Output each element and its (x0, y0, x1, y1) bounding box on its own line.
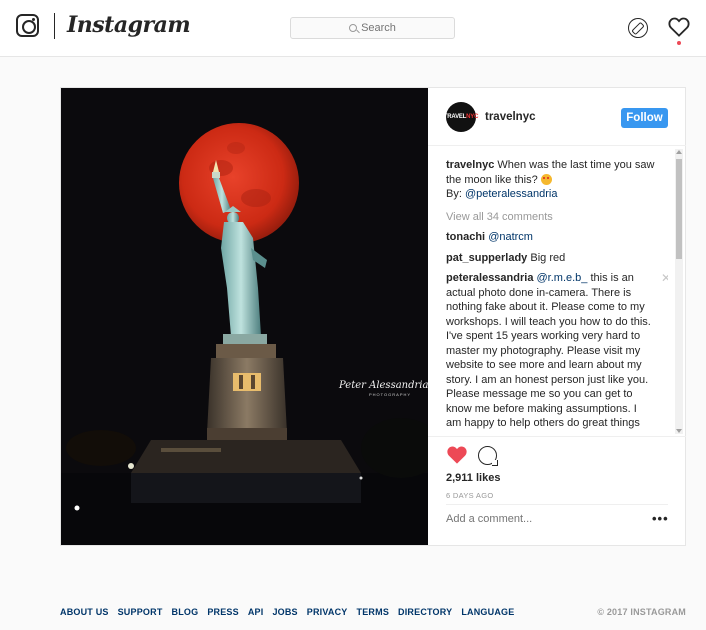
more-options-icon[interactable]: ••• (652, 511, 669, 526)
caption-username[interactable]: travelnyc (446, 159, 494, 171)
instagram-wordmark[interactable]: Instagram (67, 12, 191, 38)
comment-username[interactable]: peteralessandria (446, 272, 533, 284)
post-timestamp: 6 DAYS AGO (446, 491, 494, 500)
nav-divider (54, 13, 55, 39)
photographer-signature: Peter Alessandria (338, 380, 428, 391)
footer-link-press[interactable]: PRESS (207, 607, 239, 617)
comment-mention[interactable]: @natrcm (488, 231, 533, 243)
comment-text: this is an actual photo done in-camera. … (446, 272, 651, 433)
list-item: ✕ peteralessandria @r.m.e.b_ this is an … (446, 271, 668, 433)
comment-mention[interactable]: @r.m.e.b_ (537, 272, 588, 284)
post-caption: travelnyc When was the last time you saw… (446, 158, 668, 202)
heart-filled-icon[interactable] (446, 445, 468, 465)
avatar-text-right: NYC (466, 114, 479, 120)
post-photo[interactable]: Peter Alessandria PHOTOGRAPHY (61, 88, 428, 545)
like-count[interactable]: 2,911 likes (446, 472, 500, 484)
scrollbar-thumb[interactable] (676, 159, 682, 259)
list-item: tonachi @natrcm (446, 230, 668, 245)
footer-link-api[interactable]: API (248, 607, 264, 617)
footer-link-privacy[interactable]: PRIVACY (307, 607, 348, 617)
follow-button[interactable]: Follow (621, 108, 668, 128)
footer-link-directory[interactable]: DIRECTORY (398, 607, 452, 617)
footer-link-terms[interactable]: TERMS (357, 607, 390, 617)
search-icon (349, 24, 357, 32)
avatar-text-left: TRAVEL (443, 114, 467, 120)
photographer-signature-sub: PHOTOGRAPHY (369, 392, 411, 397)
post-actions: 2,911 likes 6 DAYS AGO (428, 436, 686, 500)
copyright: © 2017 INSTAGRAM (597, 607, 686, 617)
scroll-down-arrow-icon[interactable] (676, 429, 682, 433)
add-comment-input[interactable] (446, 511, 636, 527)
footer: ABOUT US SUPPORT BLOG PRESS API JOBS PRIVACY TE… (60, 607, 686, 623)
heart-icon[interactable] (668, 17, 690, 37)
add-comment-bar: ••• (446, 504, 668, 528)
search-box[interactable] (290, 17, 455, 39)
view-all-comments-link[interactable]: View all 34 comments (446, 210, 668, 225)
footer-link-jobs[interactable]: JOBS (272, 607, 297, 617)
post-sidebar: TRAVEL NYC travelnyc Follow travelnyc Whe… (428, 88, 686, 545)
footer-link-language[interactable]: LANGUAGE (461, 607, 514, 617)
list-item: pat_supperlady Big red (446, 251, 668, 266)
comment-text: Big red (530, 251, 566, 264)
star-struck-emoji-icon (540, 173, 552, 185)
delete-comment-close-icon[interactable]: ✕ (661, 271, 668, 286)
caption-by-label: By: (446, 188, 462, 200)
comment-username[interactable]: pat_supperlady (446, 252, 527, 264)
comment-bubble-icon[interactable] (478, 446, 498, 466)
footer-link-blog[interactable]: BLOG (172, 607, 199, 617)
post-username[interactable]: travelnyc (485, 111, 536, 123)
comments-scrollbar[interactable] (675, 149, 683, 434)
comment-list[interactable]: travelnyc When was the last time you saw… (446, 158, 668, 433)
instagram-glyph-icon[interactable] (16, 14, 39, 37)
statue-of-liberty-moon-image: Peter Alessandria PHOTOGRAPHY (61, 88, 428, 545)
footer-link-about-us[interactable]: ABOUT US (60, 607, 109, 617)
notification-dot (677, 41, 681, 45)
search-input[interactable] (291, 18, 454, 38)
caption-by-handle[interactable]: @peteralessandria (465, 188, 558, 200)
compass-icon[interactable] (628, 18, 648, 38)
post-card: Peter Alessandria PHOTOGRAPHY TRAVEL NYC … (60, 87, 686, 546)
avatar[interactable]: TRAVEL NYC (443, 102, 479, 132)
scroll-up-arrow-icon[interactable] (676, 150, 682, 154)
footer-links: ABOUT US SUPPORT BLOG PRESS API JOBS PRIVACY TE… (60, 607, 686, 617)
footer-link-support[interactable]: SUPPORT (118, 607, 163, 617)
post-header: TRAVEL NYC travelnyc Follow (428, 88, 686, 146)
top-navbar: Instagram (0, 0, 706, 57)
comment-username[interactable]: tonachi (446, 231, 485, 243)
